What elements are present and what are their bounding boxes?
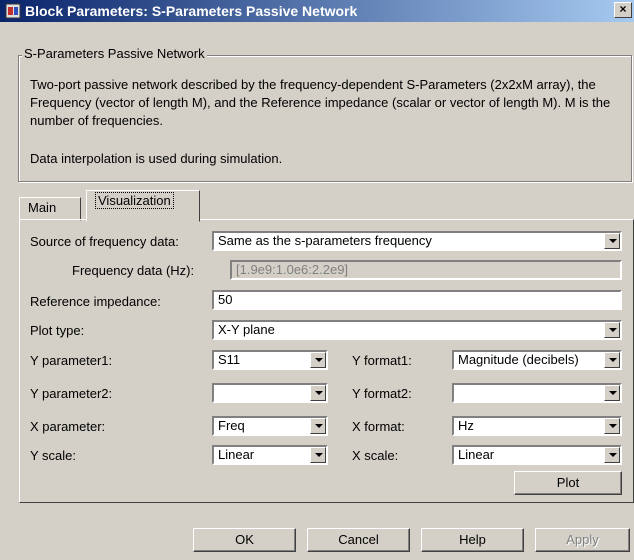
chevron-down-icon[interactable] [604, 418, 620, 434]
chevron-down-icon[interactable] [604, 447, 620, 463]
close-button[interactable]: × [614, 2, 632, 18]
plottype-label: Plot type: [30, 323, 85, 338]
refimp-value: 50 [218, 292, 233, 307]
yparam2-select[interactable] [212, 383, 328, 403]
freq-value: [1.9e9:1.0e6:2.2e9] [236, 262, 349, 277]
yformat1-select[interactable]: Magnitude (decibels) [452, 350, 622, 370]
source-value: Same as the s-parameters frequency [218, 233, 432, 248]
interpolation-note: Data interpolation is used during simula… [30, 151, 283, 166]
yformat2-select[interactable] [452, 383, 622, 403]
yformat2-label: Y format2: [352, 386, 412, 401]
apply-button[interactable]: Apply [535, 528, 630, 552]
xparam-value: Freq [218, 418, 245, 433]
window-title: Block Parameters: S-Parameters Passive N… [25, 3, 358, 19]
plottype-value: X-Y plane [218, 322, 275, 337]
help-button[interactable]: Help [421, 528, 524, 552]
simulink-block-icon [5, 3, 21, 19]
tab-visualization-label: Visualization [95, 192, 174, 209]
refimp-label: Reference impedance: [30, 294, 161, 309]
xformat-value: Hz [458, 418, 474, 433]
xformat-label: X format: [352, 419, 405, 434]
yparam1-select[interactable]: S11 [212, 350, 328, 370]
yparam2-label: Y parameter2: [30, 386, 113, 401]
refimp-input[interactable]: 50 [212, 290, 622, 310]
chevron-down-icon[interactable] [310, 352, 326, 368]
chevron-down-icon[interactable] [310, 447, 326, 463]
plottype-select[interactable]: X-Y plane [212, 320, 622, 340]
chevron-down-icon[interactable] [604, 352, 620, 368]
xscale-label: X scale: [352, 448, 399, 463]
tab-visualization[interactable]: Visualization [86, 190, 200, 222]
yscale-value: Linear [218, 447, 255, 462]
yscale-label: Y scale: [30, 448, 77, 463]
ok-button[interactable]: OK [193, 528, 296, 552]
source-select[interactable]: Same as the s-parameters frequency [212, 231, 622, 251]
yscale-select[interactable]: Linear [212, 445, 328, 465]
chevron-down-icon[interactable] [604, 233, 620, 249]
xscale-value: Linear [458, 447, 495, 462]
yformat1-value: Magnitude (decibels) [458, 352, 579, 367]
title-bar: Block Parameters: S-Parameters Passive N… [0, 0, 634, 22]
freq-label: Frequency data (Hz): [72, 263, 195, 278]
freq-field: [1.9e9:1.0e6:2.2e9] [230, 260, 622, 280]
yparam1-label: Y parameter1: [30, 353, 113, 368]
yformat1-label: Y format1: [352, 353, 412, 368]
block-description: Two-port passive network described by th… [30, 77, 611, 128]
source-label: Source of frequency data: [30, 234, 179, 249]
xparam-select[interactable]: Freq [212, 416, 328, 436]
tab-main[interactable]: Main [19, 197, 81, 221]
chevron-down-icon[interactable] [604, 385, 620, 401]
cancel-button[interactable]: Cancel [307, 528, 410, 552]
xparam-label: X parameter: [30, 419, 106, 434]
plot-button[interactable]: Plot [514, 471, 622, 495]
group-title: S-Parameters Passive Network [22, 46, 207, 61]
chevron-down-icon[interactable] [310, 385, 326, 401]
xformat-select[interactable]: Hz [452, 416, 622, 436]
xscale-select[interactable]: Linear [452, 445, 622, 465]
chevron-down-icon[interactable] [310, 418, 326, 434]
chevron-down-icon[interactable] [604, 322, 620, 338]
yparam1-value: S11 [218, 352, 241, 367]
